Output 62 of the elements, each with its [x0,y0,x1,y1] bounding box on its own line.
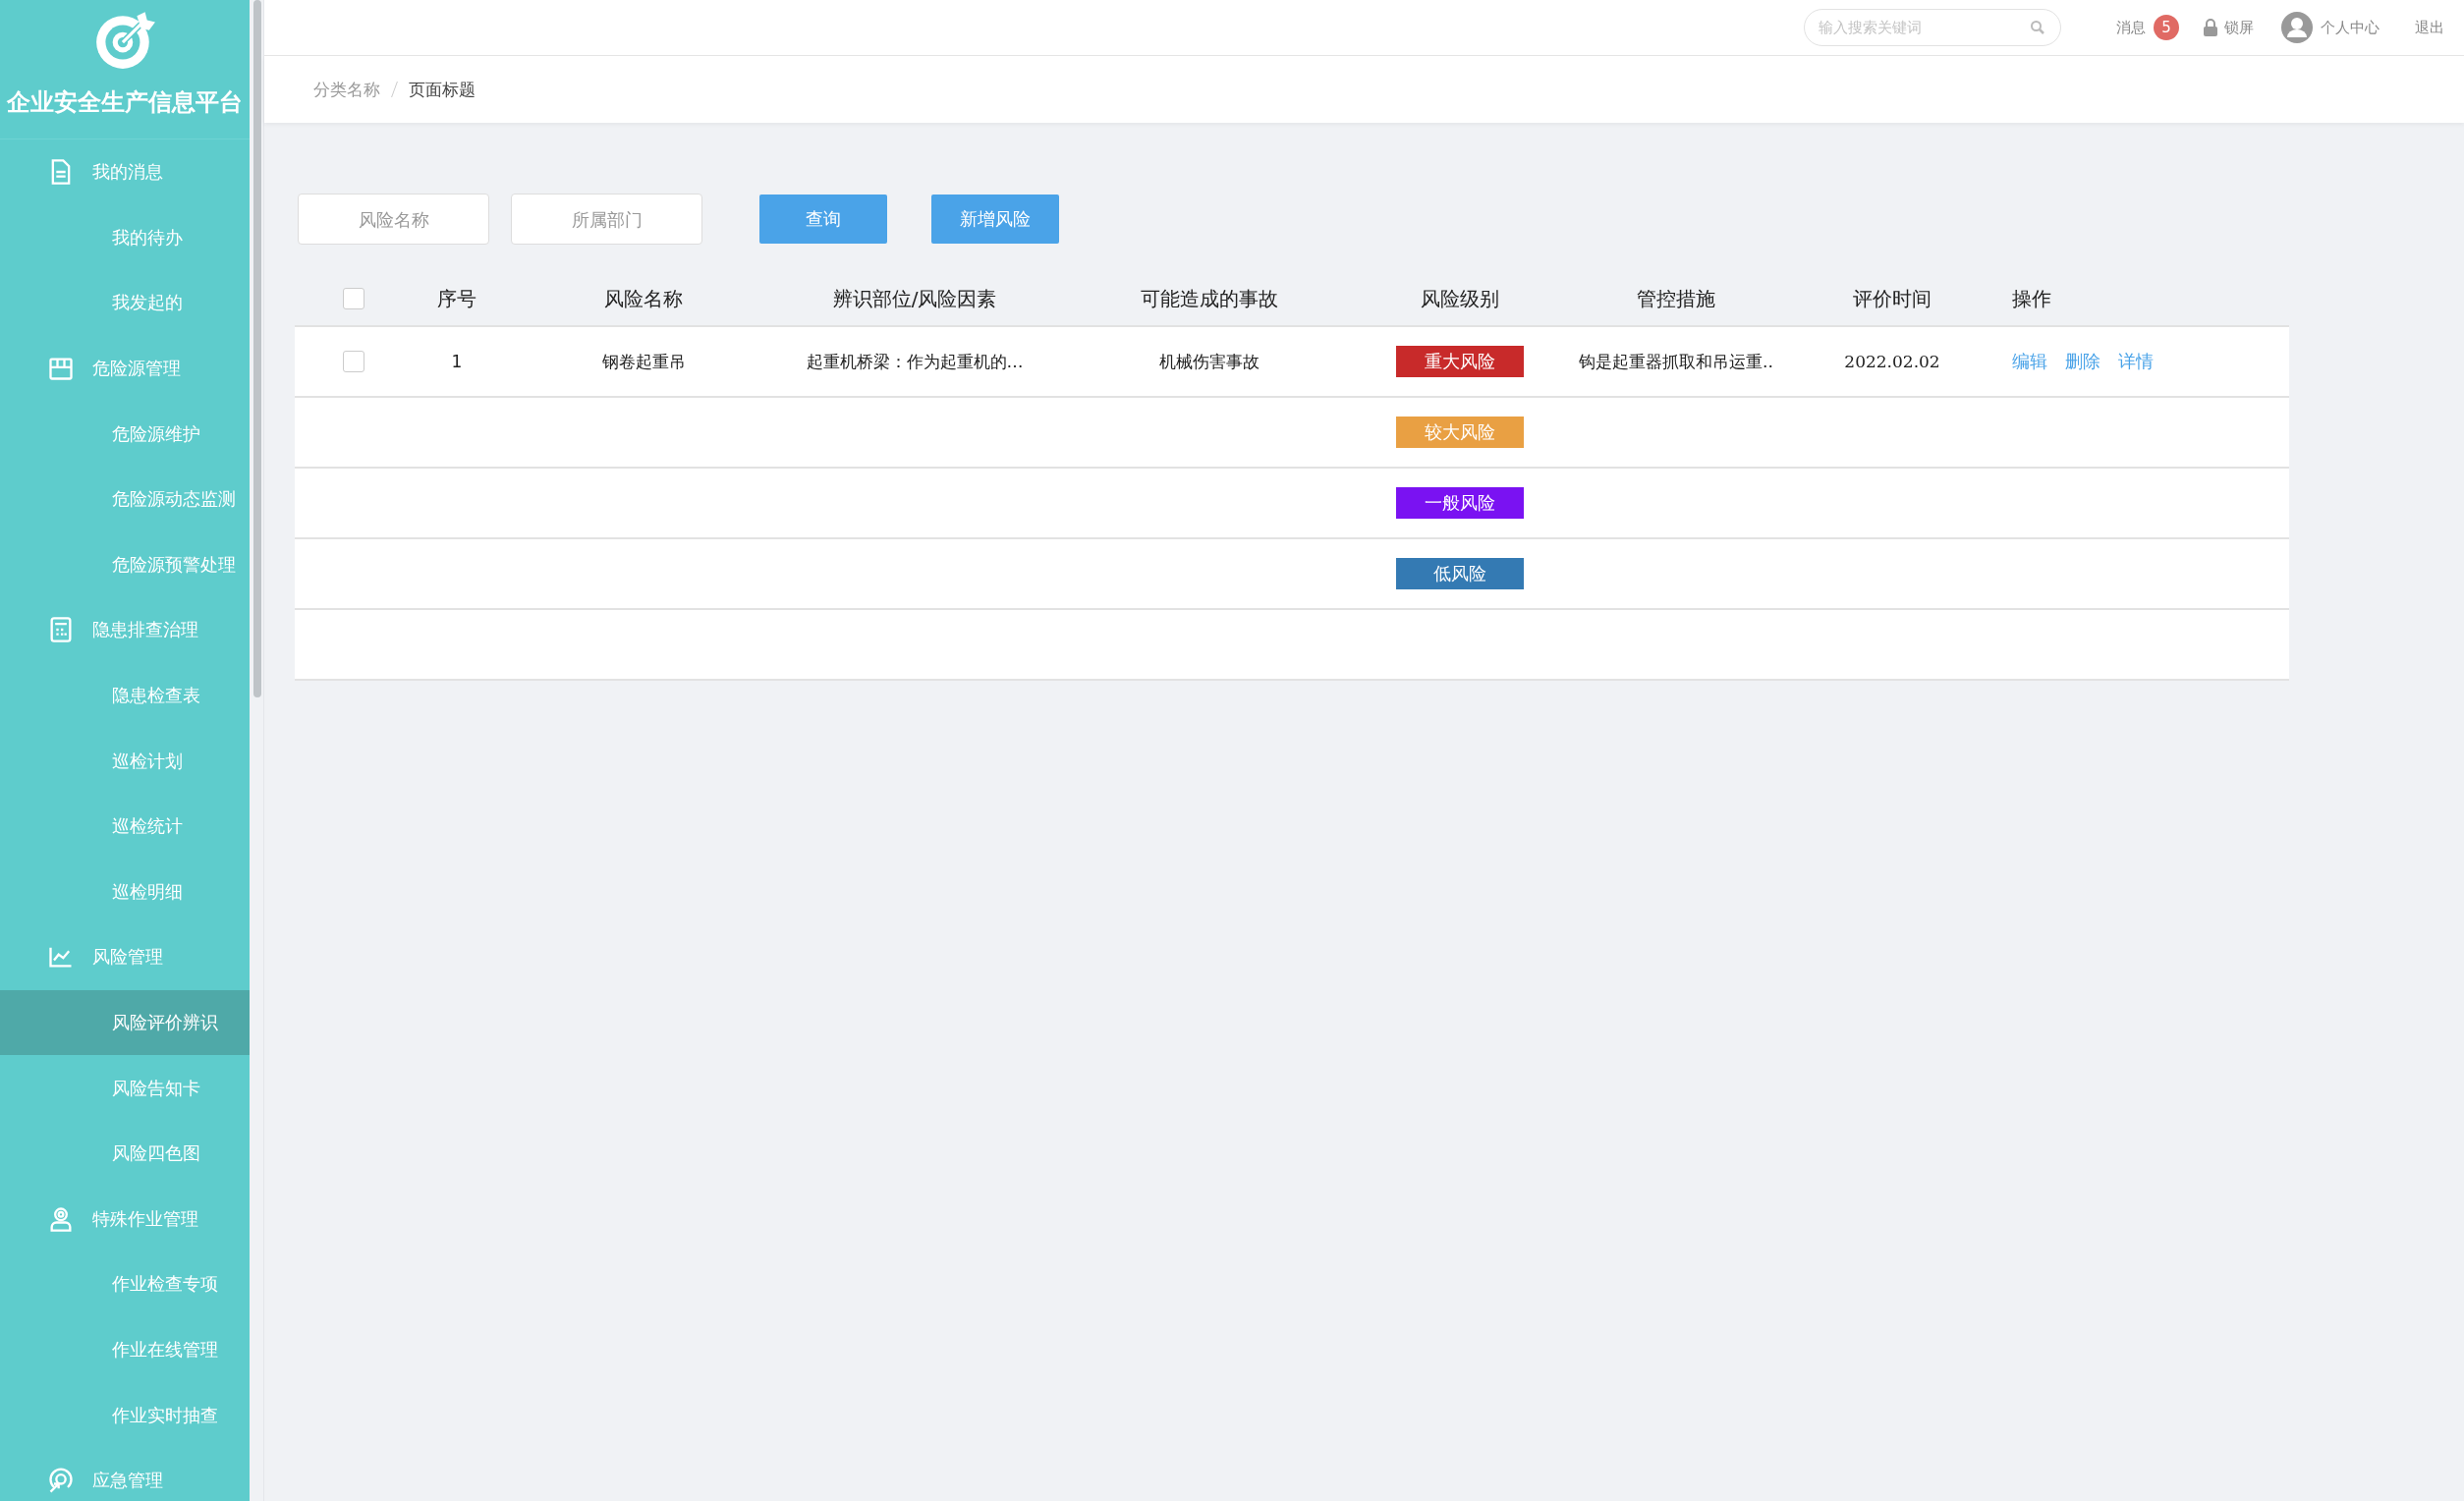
add-risk-button[interactable]: 新增风险 [931,195,1059,244]
breadcrumb-item[interactable]: 分类名称 [313,78,380,101]
table-cell: 机械伤害事故 [1159,350,1260,373]
risk-level-tag: 低风险 [1396,558,1524,589]
select-all-checkbox[interactable] [343,288,364,309]
table-cell: 2022.02.02 [1844,352,1940,371]
column-header: 风险级别 [1420,285,1500,312]
sidebar-item[interactable]: 作业检查专项 [0,1251,250,1317]
column-header: 可能造成的事故 [1140,285,1279,312]
column-header: 评价时间 [1852,285,1932,312]
sidebar-group[interactable]: 危险源管理 [0,335,250,402]
action-link[interactable]: 编辑 [2012,350,2047,373]
count-badge: 5 [2154,15,2179,40]
logout-link[interactable]: 退出 [2415,18,2444,37]
sidebar-item[interactable]: 风险告知卡 [0,1055,250,1121]
sidebar-group[interactable]: 我的消息 [0,139,250,205]
breadcrumb-item: 页面标题 [409,78,476,101]
query-button[interactable]: 查询 [759,195,887,244]
sidebar-item[interactable]: 隐患检查表 [0,662,250,729]
sidebar-item[interactable]: 风险评价辨识 [0,989,250,1056]
action-link[interactable]: 详情 [2118,350,2154,373]
search-icon [2030,20,2045,35]
sidebar-item[interactable]: 危险源预警处理 [0,531,250,598]
app-title: 企业安全生产信息平台 [7,87,243,118]
sidebar-item[interactable]: 作业实时抽查 [0,1382,250,1448]
lock-screen-link[interactable]: 锁屏 [2224,18,2254,37]
table-cell: 钩是起重器抓取和吊运重.. [1579,350,1773,373]
sidebar-group[interactable]: 应急管理 [0,1447,250,1501]
sidebar-item[interactable]: 我发起的 [0,270,250,336]
sidebar-item[interactable]: 危险源维护 [0,401,250,467]
column-header: 操作 [2011,285,2052,312]
emergency-icon [47,1467,75,1495]
sidebar-item[interactable]: 巡检计划 [0,728,250,794]
sidebar-group[interactable]: 特殊作业管理 [0,1186,250,1252]
column-header: 序号 [436,285,477,312]
sidebar-item[interactable]: 巡检明细 [0,859,250,925]
risk-level-tag: 一般风险 [1396,487,1524,519]
column-header: 管控措施 [1636,285,1716,312]
sidebar-item[interactable]: 危险源动态监测 [0,466,250,532]
lock-icon [2203,19,2218,36]
table-cell: 1 [451,352,463,371]
table-cell: 起重机桥梁：作为起重机的… [806,350,1024,373]
scrollbar[interactable] [253,0,261,697]
filter-field[interactable]: 所属部门 [511,194,702,245]
action-link[interactable]: 删除 [2065,350,2100,373]
sidebar-item[interactable]: 我的待办 [0,204,250,271]
risk-level-tag: 较大风险 [1396,417,1524,448]
table-cell: 钢卷起重吊 [601,350,686,373]
sidebar-item[interactable]: 巡检统计 [0,793,250,860]
sidebar-item[interactable]: 作业在线管理 [0,1316,250,1383]
sidebar-item[interactable]: 风险四色图 [0,1120,250,1187]
column-header: 辨识部位/风险因素 [831,285,998,312]
sidebar-group[interactable]: 风险管理 [0,924,250,990]
messages-link[interactable]: 消息 [2116,18,2146,37]
profile-link[interactable]: 个人中心 [2321,18,2380,37]
row-checkbox[interactable] [343,351,364,372]
risk-level-tag: 重大风险 [1396,346,1524,377]
column-header: 风险名称 [603,285,684,312]
filter-field[interactable]: 风险名称 [298,194,489,245]
avatar-icon [2281,12,2313,43]
search-field[interactable]: 输入搜索关键词 [1804,9,2061,46]
sidebar-group[interactable]: 隐患排查治理 [0,597,250,663]
